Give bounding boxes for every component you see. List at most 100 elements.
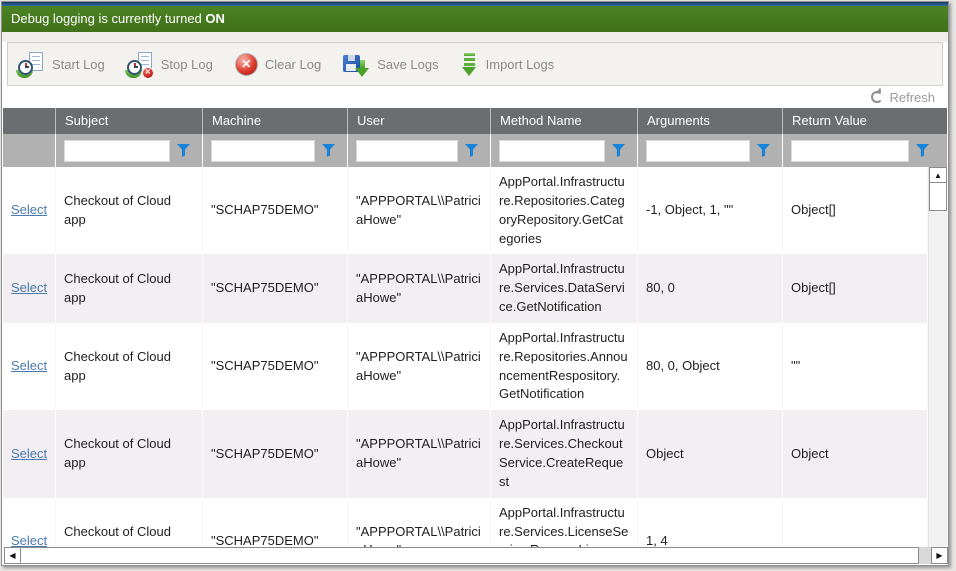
user-cell: "APPPORTAL\\PatriciaHowe" bbox=[348, 410, 491, 497]
user-cell: "APPPORTAL\\PatriciaHowe" bbox=[348, 323, 491, 410]
select-cell: Select bbox=[3, 323, 56, 410]
col-header-method-name[interactable]: Method Name bbox=[491, 108, 638, 134]
machine-cell: "SCHAP75DEMO" bbox=[203, 167, 348, 254]
table-row: Select Checkout of Cloud app "SCHAP75DEM… bbox=[3, 410, 928, 497]
subject-cell: Checkout of Cloud app bbox=[56, 254, 203, 323]
filter-cell-subject bbox=[56, 134, 203, 167]
select-link[interactable]: Select bbox=[11, 201, 47, 220]
horizontal-scrollbar-thumb[interactable] bbox=[21, 547, 919, 564]
clear-log-label: Clear Log bbox=[265, 57, 321, 72]
debug-status-banner: Debug logging is currently turned ON bbox=[2, 6, 948, 32]
grid-rows: Select Checkout of Cloud app "SCHAP75DEM… bbox=[3, 167, 928, 547]
clear-log-icon: ✕ bbox=[235, 53, 258, 76]
return-value-filter-input[interactable] bbox=[791, 140, 909, 162]
select-link[interactable]: Select bbox=[11, 279, 47, 298]
method-name-cell: AppPortal.Infrastructure.Repositories.Ca… bbox=[491, 167, 638, 254]
user-filter-funnel-icon[interactable] bbox=[465, 144, 478, 157]
subject-cell: Checkout of Cloud app bbox=[56, 323, 203, 410]
scroll-right-button[interactable]: ▶ bbox=[931, 547, 948, 564]
debug-log-window: Debug logging is currently turned ON Sta… bbox=[1, 1, 949, 566]
table-row: Select Checkout of Cloud app "SCHAP75DEM… bbox=[3, 498, 928, 547]
return-value-filter-funnel-icon[interactable] bbox=[916, 144, 929, 157]
col-header-user[interactable]: User bbox=[348, 108, 491, 134]
vertical-scrollbar[interactable]: ▲ bbox=[928, 167, 947, 547]
method-name-cell: AppPortal.Infrastructure.Services.Licens… bbox=[491, 498, 638, 547]
col-header-return-value[interactable]: Return Value bbox=[783, 108, 947, 134]
arguments-cell: -1, Object, 1, "" bbox=[638, 167, 783, 254]
subject-cell: Checkout of Cloud app bbox=[56, 167, 203, 254]
save-logs-label: Save Logs bbox=[377, 57, 438, 72]
arguments-cell: 80, 0, Object bbox=[638, 323, 783, 410]
filter-cell-user bbox=[348, 134, 491, 167]
arguments-cell: 1, 4 bbox=[638, 498, 783, 547]
import-logs-icon bbox=[461, 52, 479, 77]
save-logs-icon bbox=[343, 52, 370, 76]
return-value-cell: Object[] bbox=[783, 167, 928, 254]
grid-filter-row bbox=[3, 134, 947, 167]
method-name-filter-funnel-icon[interactable] bbox=[612, 144, 625, 157]
select-cell: Select bbox=[3, 254, 56, 323]
return-value-cell: Object bbox=[783, 410, 928, 497]
grid-body: Select Checkout of Cloud app "SCHAP75DEM… bbox=[3, 167, 947, 547]
col-header-machine[interactable]: Machine bbox=[203, 108, 348, 134]
arguments-cell: 80, 0 bbox=[638, 254, 783, 323]
banner-text: Debug logging is currently turned bbox=[11, 11, 205, 26]
return-value-cell bbox=[783, 498, 928, 547]
arguments-filter-input[interactable] bbox=[646, 140, 750, 162]
start-log-button[interactable]: Start Log bbox=[18, 52, 105, 77]
user-cell: "APPPORTAL\\PatriciaHowe" bbox=[348, 254, 491, 323]
scroll-up-button[interactable]: ▲ bbox=[929, 167, 947, 183]
stop-log-button[interactable]: ✕ Stop Log bbox=[127, 52, 213, 77]
arguments-cell: Object bbox=[638, 410, 783, 497]
col-header-arguments[interactable]: Arguments bbox=[638, 108, 783, 134]
subject-cell: Checkout of Cloud app bbox=[56, 410, 203, 497]
method-name-cell: AppPortal.Infrastructure.Repositories.An… bbox=[491, 323, 638, 410]
refresh-icon bbox=[871, 91, 883, 103]
horizontal-scrollbar-track[interactable] bbox=[919, 547, 931, 564]
user-filter-input[interactable] bbox=[356, 140, 458, 162]
select-cell: Select bbox=[3, 167, 56, 254]
select-link[interactable]: Select bbox=[11, 357, 47, 376]
table-row: Select Checkout of Cloud app "SCHAP75DEM… bbox=[3, 254, 928, 323]
method-name-cell: AppPortal.Infrastructure.Services.DataSe… bbox=[491, 254, 638, 323]
table-row: Select Checkout of Cloud app "SCHAP75DEM… bbox=[3, 167, 928, 254]
method-name-cell: AppPortal.Infrastructure.Services.Checko… bbox=[491, 410, 638, 497]
machine-filter-input[interactable] bbox=[211, 140, 315, 162]
return-value-cell: Object[] bbox=[783, 254, 928, 323]
save-logs-button[interactable]: Save Logs bbox=[343, 52, 438, 76]
select-cell: Select bbox=[3, 410, 56, 497]
method-name-filter-input[interactable] bbox=[499, 140, 605, 162]
select-cell: Select bbox=[3, 498, 56, 547]
filter-cell-arguments bbox=[638, 134, 783, 167]
machine-filter-funnel-icon[interactable] bbox=[322, 144, 335, 157]
machine-cell: "SCHAP75DEMO" bbox=[203, 498, 348, 547]
subject-filter-funnel-icon[interactable] bbox=[177, 144, 190, 157]
filter-cell-method-name bbox=[491, 134, 638, 167]
log-grid: Subject Machine User Method Name Argumen… bbox=[3, 108, 947, 564]
machine-cell: "SCHAP75DEMO" bbox=[203, 323, 348, 410]
filter-cell-return-value bbox=[783, 134, 947, 167]
grid-header-row: Subject Machine User Method Name Argumen… bbox=[3, 108, 947, 134]
refresh-row: Refresh bbox=[2, 86, 948, 108]
subject-cell: Checkout of Cloud app bbox=[56, 498, 203, 547]
user-cell: "APPPORTAL\\PatriciaHowe" bbox=[348, 498, 491, 547]
select-link[interactable]: Select bbox=[11, 532, 47, 547]
arguments-filter-funnel-icon[interactable] bbox=[757, 144, 770, 157]
vertical-scrollbar-thumb[interactable] bbox=[929, 183, 947, 211]
banner-state: ON bbox=[205, 11, 225, 26]
return-value-cell: "" bbox=[783, 323, 928, 410]
import-logs-label: Import Logs bbox=[486, 57, 555, 72]
clear-log-button[interactable]: ✕ Clear Log bbox=[235, 53, 321, 76]
col-header-subject[interactable]: Subject bbox=[56, 108, 203, 134]
stop-log-label: Stop Log bbox=[161, 57, 213, 72]
scroll-left-button[interactable]: ◀ bbox=[4, 547, 21, 564]
horizontal-scrollbar[interactable]: ◀ ▶ bbox=[4, 547, 948, 564]
user-cell: "APPPORTAL\\PatriciaHowe" bbox=[348, 167, 491, 254]
filter-cell-machine bbox=[203, 134, 348, 167]
subject-filter-input[interactable] bbox=[64, 140, 170, 162]
select-link[interactable]: Select bbox=[11, 445, 47, 464]
stop-log-icon: ✕ bbox=[127, 52, 154, 77]
import-logs-button[interactable]: Import Logs bbox=[461, 52, 555, 77]
refresh-label: Refresh bbox=[889, 90, 935, 105]
refresh-button[interactable]: Refresh bbox=[871, 90, 935, 105]
